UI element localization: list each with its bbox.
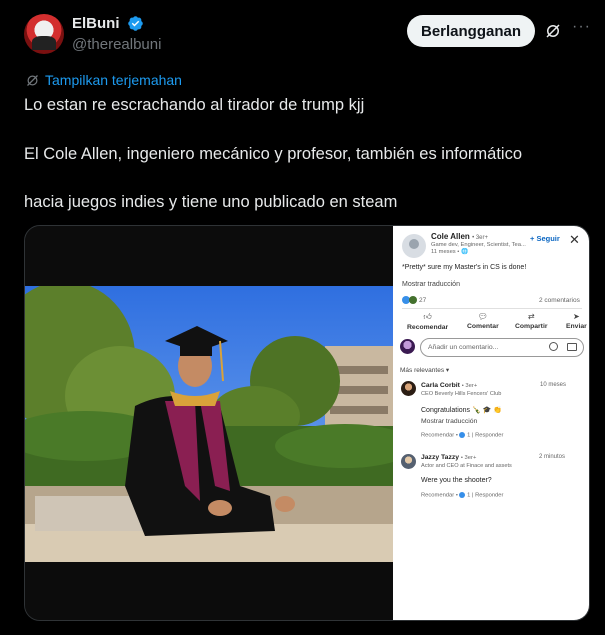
author-headline: Game dev, Engineer, Scientist, Tea...	[431, 242, 526, 248]
post-text: *Pretty* sure my Master's in CS is done!	[402, 264, 527, 271]
graduation-photo	[25, 286, 393, 562]
comment-degree: • 3er+	[461, 383, 478, 389]
tweet-line: El Cole Allen, ingeniero mecánico y prof…	[24, 145, 523, 163]
follow-button[interactable]: + Seguir	[530, 234, 560, 243]
like-reaction-icon	[459, 492, 466, 498]
author-name: Cole Allen • 3er+	[431, 232, 488, 241]
share-label: Compartir	[515, 323, 548, 330]
display-name[interactable]: ElBuni	[72, 15, 120, 32]
avatar[interactable]	[24, 14, 64, 54]
author-name-text: Cole Allen	[431, 232, 470, 241]
comment-time: 2 minutos	[539, 454, 566, 460]
like-reaction-icon	[459, 432, 466, 438]
comment-icon: 💬︎	[477, 312, 488, 321]
author-avatar	[402, 234, 426, 258]
comment-headline: CEO Beverly Hills Fencers' Club	[421, 391, 502, 397]
author-degree: • 3er+	[472, 235, 489, 241]
comment-author[interactable]: Carla Corbit • 3er+	[421, 382, 477, 389]
post-time: 11 meses • 🌐	[431, 249, 468, 255]
divider	[402, 308, 582, 309]
tweet-line: Lo estan re escrachando al tirador de tr…	[24, 96, 365, 114]
recommend-button[interactable]: 👍︎ Recomendar	[407, 312, 448, 331]
comment-reply-button[interactable]: Responder	[475, 493, 503, 499]
comment-degree: • 3er+	[460, 455, 477, 461]
send-label: Enviar	[566, 323, 587, 330]
share-button[interactable]: ⇄ Compartir	[515, 312, 547, 330]
reaction-count: 27	[419, 296, 427, 304]
comment-button[interactable]: 💬︎ Comentar	[467, 312, 499, 330]
comment-time: 10 meses	[540, 382, 567, 388]
comment-author-name: Jazzy Tazzy	[421, 454, 460, 461]
post-actions: 👍︎ Recomendar 💬︎ Comentar ⇄ Compartir ➤ …	[393, 312, 589, 334]
globe-icon: 🌐	[460, 249, 469, 255]
comment-like-button[interactable]: Recomendar	[421, 433, 454, 439]
comment-translate-link[interactable]: Mostrar traducción	[421, 418, 477, 425]
comment-actions: Recomendar • 1 | Responder	[421, 432, 504, 439]
emoji-icon[interactable]	[549, 342, 558, 351]
comment-like-count: 1	[467, 492, 471, 499]
send-button[interactable]: ➤ Enviar	[566, 312, 587, 330]
share-icon: ⇄	[527, 312, 535, 321]
verified-badge-icon	[128, 16, 143, 32]
comment-label: Comentar	[467, 323, 499, 330]
thumbs-up-icon: 👍︎	[423, 312, 432, 321]
comment-like-button[interactable]: Recomendar	[421, 493, 454, 499]
graduation-photo-area	[25, 226, 393, 620]
subscribe-button[interactable]: Berlangganan	[407, 15, 535, 47]
comment-avatar[interactable]	[401, 454, 416, 469]
comment-avatar[interactable]	[401, 381, 416, 396]
comment-text: Were you the shooter?	[421, 477, 492, 484]
author-block: ElBuni @therealbuni	[72, 15, 161, 53]
comments-count[interactable]: 2 comentarios	[539, 297, 580, 304]
comment-author[interactable]: Jazzy Tazzy • 3er+	[421, 454, 476, 461]
comment-like-count: 1	[467, 432, 471, 439]
recommend-label: Recomendar	[407, 324, 449, 331]
tweet-line: hacia juegos indies y tiene uno publicad…	[24, 193, 398, 211]
grok-translate-icon	[27, 74, 38, 86]
current-user-avatar	[400, 339, 415, 354]
linkedin-post-panel: Cole Allen • 3er+ Game dev, Engineer, Sc…	[393, 226, 589, 620]
handle[interactable]: @therealbuni	[72, 36, 161, 53]
send-icon: ➤	[573, 312, 580, 321]
comment-author-name: Carla Corbit	[421, 382, 460, 389]
graduation-photo-illustration	[25, 286, 393, 562]
comment-headline: Actor and CEO at Finace and assets	[421, 463, 512, 469]
grok-icon[interactable]	[544, 22, 562, 40]
comment-text: Congratulations 🍾 🎓 👏	[421, 407, 503, 414]
more-options-icon[interactable]: ···	[572, 19, 592, 40]
comment-reply-button[interactable]: Responder	[475, 433, 503, 439]
show-translation-link[interactable]: Tampilkan terjemahan	[25, 72, 182, 88]
comment-actions: Recomendar • 1 | Responder	[421, 492, 504, 499]
post-translate-link[interactable]: Mostrar traducción	[402, 281, 460, 288]
tweet-header: ElBuni @therealbuni Berlangganan ···	[24, 12, 594, 56]
reactions-summary[interactable]: 27	[402, 296, 426, 304]
image-icon[interactable]	[567, 343, 577, 351]
celebrate-reaction-icon	[409, 296, 417, 304]
show-translation-label: Tampilkan terjemahan	[45, 72, 182, 88]
tweet-media[interactable]: Cole Allen • 3er+ Game dev, Engineer, Sc…	[24, 225, 590, 621]
comment-input[interactable]: Añadir un comentario...	[420, 338, 584, 357]
sort-dropdown[interactable]: Más relevantes ▾	[400, 366, 449, 374]
close-icon[interactable]: ✕	[569, 232, 580, 248]
post-time-text: 11 meses •	[431, 249, 461, 255]
